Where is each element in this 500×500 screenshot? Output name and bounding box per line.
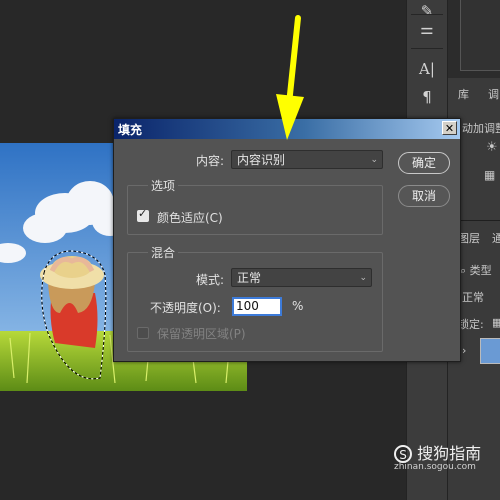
watermark-brand-text: 搜狗指南 bbox=[417, 444, 482, 463]
sogou-logo-icon: S bbox=[394, 445, 412, 463]
fill-dialog: 填充 ✕ 内容: 内容识别 ⌄ 选项 ✓ 颜色适应(C) 混合 模式: 正常 ⌄… bbox=[113, 118, 461, 362]
tab-library[interactable]: 库 bbox=[458, 82, 469, 108]
lock-pixels-icon[interactable]: ▦ bbox=[492, 316, 500, 329]
sun-icon[interactable]: ☀ bbox=[486, 140, 498, 155]
filter-type-label: 类型 bbox=[469, 264, 492, 277]
preserve-transparency-checkbox[interactable] bbox=[137, 327, 149, 339]
options-group-title: 选项 bbox=[148, 177, 179, 194]
dialog-title: 填充 bbox=[118, 123, 143, 137]
watermark-url: zhinan.sogou.com bbox=[394, 462, 476, 472]
checkmark-icon: ✓ bbox=[138, 207, 148, 220]
tab-channels[interactable]: 通 bbox=[492, 226, 500, 252]
layer-filter[interactable]: ⌕ 类型 bbox=[460, 262, 492, 278]
ok-button[interactable]: 确定 bbox=[398, 152, 450, 174]
opacity-input[interactable]: 100 bbox=[232, 297, 282, 316]
tab-adjustments[interactable]: 调 bbox=[488, 82, 499, 108]
preserve-transparency-label[interactable]: 保留透明区域(P) bbox=[157, 325, 246, 342]
content-label: 内容: bbox=[196, 154, 225, 168]
character-icon[interactable]: A| bbox=[415, 58, 439, 80]
tab-layers[interactable]: 图层 bbox=[458, 226, 480, 252]
close-button[interactable]: ✕ bbox=[442, 121, 457, 135]
cancel-button[interactable]: 取消 bbox=[398, 185, 450, 207]
dialog-titlebar[interactable]: 填充 ✕ bbox=[114, 119, 460, 139]
watermark-brand: S 搜狗指南 bbox=[394, 440, 500, 464]
chevron-down-icon: ⌄ bbox=[359, 273, 367, 283]
layer-thumbnail[interactable] bbox=[480, 338, 500, 364]
layer-blend-mode[interactable]: 正常 bbox=[462, 289, 484, 305]
mode-select-value: 正常 bbox=[237, 271, 262, 285]
color-adapt-label[interactable]: 颜色适应(C) bbox=[157, 209, 223, 226]
paragraph-icon[interactable]: ¶ bbox=[415, 86, 439, 108]
content-select[interactable]: 内容识别 ⌄ bbox=[231, 150, 383, 169]
lock-label: 锁定: bbox=[458, 318, 484, 331]
opacity-label: 不透明度(O): bbox=[150, 301, 221, 315]
mode-label: 模式: bbox=[196, 273, 225, 287]
mode-select[interactable]: 正常 ⌄ bbox=[231, 268, 372, 287]
color-adapt-checkbox[interactable]: ✓ bbox=[137, 207, 149, 222]
content-select-value: 内容识别 bbox=[237, 153, 286, 167]
chevron-down-icon: ⌄ bbox=[370, 155, 378, 165]
adjustments-hint: 动加调整 bbox=[462, 122, 500, 135]
opacity-unit: % bbox=[292, 299, 304, 313]
blend-group-title: 混合 bbox=[148, 244, 179, 261]
levels-icon[interactable]: ▦ bbox=[484, 168, 495, 182]
visibility-chevron-icon[interactable]: › bbox=[462, 344, 466, 357]
sliders-icon[interactable]: ⚌ bbox=[415, 18, 439, 40]
